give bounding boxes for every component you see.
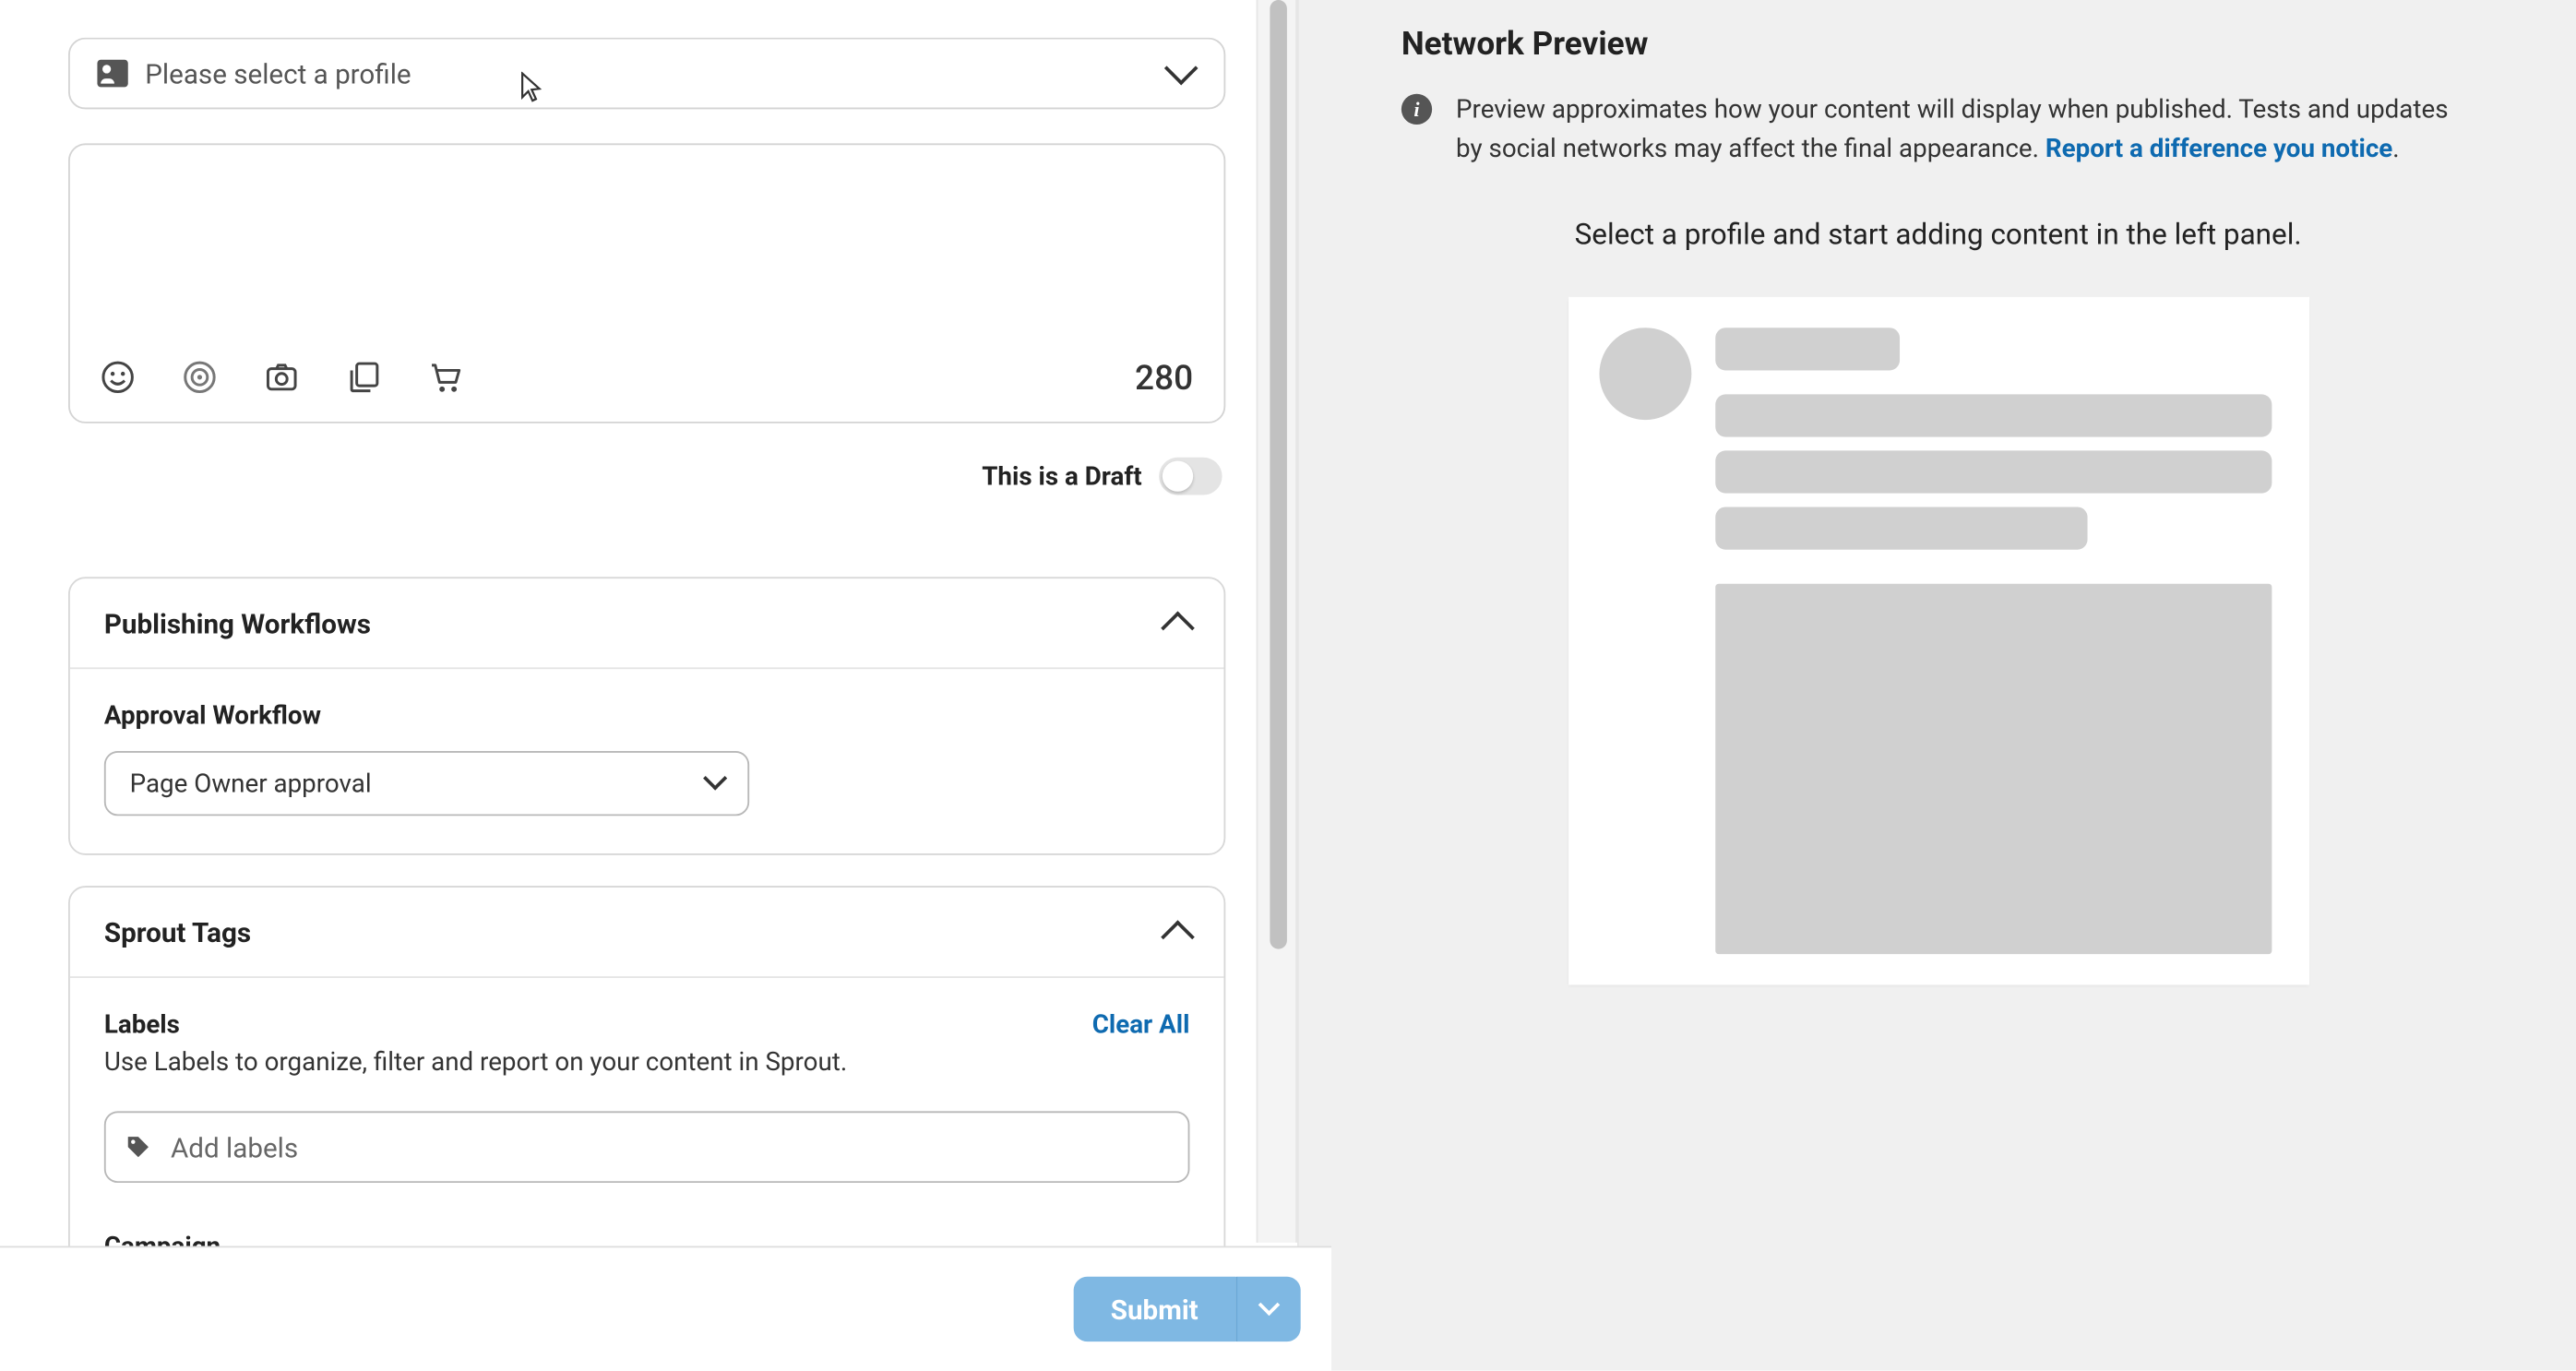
approval-workflow-value: Page Owner approval	[130, 769, 372, 799]
info-icon: i	[1401, 94, 1432, 125]
camera-icon[interactable]	[265, 360, 299, 394]
labels-title: Labels	[104, 1008, 180, 1039]
sprout-tags-title: Sprout Tags	[104, 916, 251, 948]
chevron-up-icon	[1161, 920, 1195, 954]
approval-workflow-label: Approval Workflow	[104, 700, 1190, 731]
network-preview-title: Network Preview	[1401, 24, 2475, 64]
chevron-down-icon	[703, 767, 727, 791]
publishing-workflows-header[interactable]: Publishing Workflows	[70, 578, 1224, 669]
vertical-scrollbar-thumb[interactable]	[1270, 0, 1287, 949]
carousel-icon[interactable]	[347, 360, 381, 394]
vertical-scrollbar-track[interactable]	[1257, 0, 1297, 1243]
skeleton-line	[1714, 507, 2087, 549]
character-count: 280	[1135, 357, 1193, 398]
preview-skeleton-card	[1568, 297, 2308, 985]
profile-selector-placeholder: Please select a profile	[145, 57, 411, 89]
draft-toggle[interactable]	[1159, 458, 1222, 495]
approval-workflow-select[interactable]: Page Owner approval	[104, 751, 749, 816]
mouse-cursor-icon	[518, 72, 545, 106]
emoji-icon[interactable]	[101, 360, 135, 394]
draft-toggle-label: This is a Draft	[982, 461, 1141, 492]
labels-input-placeholder: Add labels	[171, 1131, 298, 1163]
cart-icon[interactable]	[428, 360, 462, 394]
compose-textarea[interactable]: 280	[68, 143, 1225, 423]
skeleton-line	[1714, 328, 1899, 370]
chevron-down-icon	[1258, 1294, 1281, 1316]
preview-info-text: Preview approximates how your content wi…	[1456, 90, 2475, 167]
publishing-workflows-title: Publishing Workflows	[104, 607, 371, 639]
skeleton-media	[1714, 584, 2271, 954]
profile-selector[interactable]: Please select a profile	[68, 38, 1225, 110]
labels-input[interactable]: Add labels	[104, 1111, 1190, 1183]
chevron-down-icon	[1164, 52, 1199, 86]
tag-icon	[126, 1135, 150, 1159]
clear-all-link[interactable]: Clear All	[1092, 1008, 1190, 1039]
submit-button[interactable]: Submit	[1073, 1277, 1235, 1341]
preview-prompt-text: Select a profile and start adding conten…	[1401, 219, 2475, 253]
profile-badge-icon	[97, 60, 127, 88]
skeleton-line	[1714, 450, 2271, 493]
skeleton-avatar	[1599, 328, 1691, 420]
target-icon[interactable]	[183, 360, 217, 394]
sprout-tags-header[interactable]: Sprout Tags	[70, 888, 1224, 978]
labels-description: Use Labels to organize, filter and repor…	[104, 1046, 1190, 1077]
submit-dropdown-button[interactable]	[1235, 1277, 1300, 1341]
chevron-up-icon	[1161, 611, 1195, 645]
skeleton-line	[1714, 394, 2271, 436]
report-difference-link[interactable]: Report a difference you notice	[2045, 132, 2392, 162]
